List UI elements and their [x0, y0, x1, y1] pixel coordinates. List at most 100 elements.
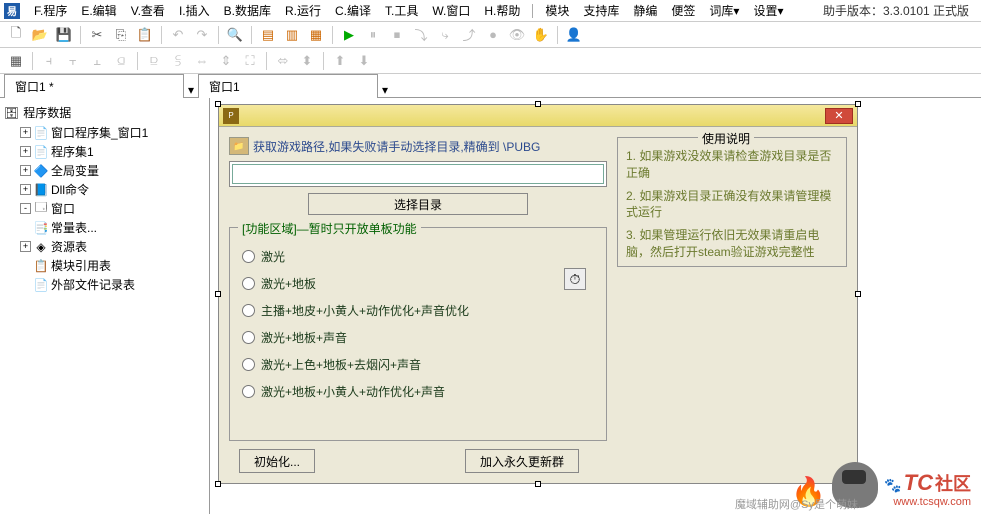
- feature-radio[interactable]: 激光+上色+地板+去烟闪+声音: [242, 356, 594, 373]
- tab-dropdown[interactable]: ▾: [378, 83, 392, 97]
- radio-input[interactable]: [242, 277, 255, 290]
- tree-root[interactable]: 🗄 程序数据: [4, 102, 205, 123]
- align-center-h-icon[interactable]: ⫟: [63, 51, 83, 71]
- expand-icon[interactable]: +: [20, 241, 31, 252]
- step-out-icon[interactable]: ⤴: [459, 25, 479, 45]
- menu-window[interactable]: W.窗口: [426, 0, 476, 21]
- tree-node[interactable]: +◈资源表: [20, 237, 205, 256]
- menu-vocab[interactable]: 词库▾: [703, 0, 745, 21]
- find-icon[interactable]: 🔍: [225, 25, 245, 45]
- select-dir-button[interactable]: 选择目录: [308, 193, 528, 215]
- layout2-icon[interactable]: ▥: [282, 25, 302, 45]
- expand-icon[interactable]: -: [20, 203, 31, 214]
- tree-node[interactable]: -🗔窗口: [20, 199, 205, 218]
- stop-icon[interactable]: ⏹: [387, 25, 407, 45]
- pause-icon[interactable]: ⏸: [363, 25, 383, 45]
- tab-window1-modified[interactable]: 窗口1 *: [4, 74, 184, 98]
- init-button[interactable]: 初始化...: [239, 449, 315, 473]
- menu-settings[interactable]: 设置▾: [747, 0, 789, 21]
- menu-module[interactable]: 模块: [539, 0, 575, 21]
- align-middle-icon[interactable]: ⫒: [144, 51, 164, 71]
- paste-icon[interactable]: 📋: [135, 25, 155, 45]
- tab-dropdown[interactable]: ▾: [184, 83, 198, 97]
- align-left-icon[interactable]: ⫞: [39, 51, 59, 71]
- path-input-border: [229, 161, 607, 187]
- group-title: [功能区域]—暂时只开放单板功能: [238, 220, 421, 237]
- save-icon[interactable]: 💾: [54, 25, 74, 45]
- radio-input[interactable]: [242, 331, 255, 344]
- toolbar-separator: [332, 26, 333, 44]
- radio-label: 主播+地皮+小黄人+动作优化+声音优化: [261, 302, 469, 319]
- hand-icon[interactable]: ✋: [531, 25, 551, 45]
- radio-input[interactable]: [242, 385, 255, 398]
- redo-icon[interactable]: ↷: [192, 25, 212, 45]
- send-back-icon[interactable]: ⬇: [354, 51, 374, 71]
- copy-icon[interactable]: ⎘: [111, 25, 131, 45]
- tab-window1[interactable]: 窗口1: [198, 74, 378, 98]
- same-width-icon[interactable]: ⇔: [192, 51, 212, 71]
- same-height-icon[interactable]: ⇕: [216, 51, 236, 71]
- run-icon[interactable]: ▶: [339, 25, 359, 45]
- menu-static[interactable]: 静编: [627, 0, 663, 21]
- tree-node[interactable]: +📘Dll命令: [20, 180, 205, 199]
- tree-node[interactable]: +🔷全局变量: [20, 161, 205, 180]
- design-form-window[interactable]: P ✕ 📁 获取游戏路径,如果失败请手动选择目录,精确到 \PUBG 选择目录 …: [218, 104, 858, 484]
- cut-icon[interactable]: ✂: [87, 25, 107, 45]
- undo-icon[interactable]: ↶: [168, 25, 188, 45]
- feature-radio[interactable]: 激光+地板: [242, 275, 594, 292]
- menu-database[interactable]: B.数据库: [218, 0, 277, 21]
- tree-node[interactable]: +📄程序集1: [20, 142, 205, 161]
- step-over-icon[interactable]: ⤵: [411, 25, 431, 45]
- toolbar-separator: [323, 52, 324, 70]
- tree-node[interactable]: +📄窗口程序集_窗口1: [20, 123, 205, 142]
- watch-icon[interactable]: 👁: [507, 25, 527, 45]
- align-bottom-icon[interactable]: ⫓: [168, 51, 188, 71]
- form-title-bar[interactable]: P ✕: [219, 105, 857, 127]
- toolbar-align: ▦ ⫞ ⫟ ⫠ ⫑ ⫒ ⫓ ⇔ ⇕ ⛶ ⬄ ⬍ ⬆ ⬇: [0, 48, 981, 74]
- hspace-icon[interactable]: ⬄: [273, 51, 293, 71]
- vspace-icon[interactable]: ⬍: [297, 51, 317, 71]
- grid-icon[interactable]: ▦: [6, 51, 26, 71]
- menu-run[interactable]: R.运行: [279, 0, 327, 21]
- new-file-icon[interactable]: 🗋: [6, 25, 26, 45]
- menu-notes[interactable]: 便签: [665, 0, 701, 21]
- breakpoint-icon[interactable]: ●: [483, 25, 503, 45]
- expand-icon[interactable]: +: [20, 184, 31, 195]
- menu-tools[interactable]: T.工具: [379, 0, 424, 21]
- bring-front-icon[interactable]: ⬆: [330, 51, 350, 71]
- radio-input[interactable]: [242, 304, 255, 317]
- radio-input[interactable]: [242, 358, 255, 371]
- feature-radio[interactable]: 主播+地皮+小黄人+动作优化+声音优化: [242, 302, 594, 319]
- tree-node[interactable]: 📑常量表...: [20, 218, 205, 237]
- tree-node[interactable]: 📄外部文件记录表: [20, 275, 205, 294]
- menu-program[interactable]: F.程序: [28, 0, 73, 21]
- expand-icon[interactable]: +: [20, 146, 31, 157]
- feature-radio[interactable]: 激光+地板+声音: [242, 329, 594, 346]
- feature-radio[interactable]: 激光+地板+小黄人+动作优化+声音: [242, 383, 594, 400]
- expand-icon[interactable]: +: [20, 127, 31, 138]
- menu-help[interactable]: H.帮助: [478, 0, 526, 21]
- menu-compile[interactable]: C.编译: [329, 0, 377, 21]
- step-into-icon[interactable]: ⤷: [435, 25, 455, 45]
- assistant-icon[interactable]: 👤: [564, 25, 584, 45]
- tree-node[interactable]: 📋模块引用表: [20, 256, 205, 275]
- game-path-input[interactable]: [232, 164, 604, 184]
- toolbar-separator: [251, 26, 252, 44]
- feature-radio[interactable]: 激光: [242, 248, 594, 265]
- menu-edit[interactable]: E.编辑: [75, 0, 122, 21]
- menu-insert[interactable]: I.插入: [173, 0, 216, 21]
- expand-icon[interactable]: +: [20, 165, 31, 176]
- join-group-button[interactable]: 加入永久更新群: [465, 449, 579, 473]
- layout3-icon[interactable]: ▦: [306, 25, 326, 45]
- align-right-icon[interactable]: ⫠: [87, 51, 107, 71]
- menu-view[interactable]: V.查看: [125, 0, 171, 21]
- menu-support-lib[interactable]: 支持库: [577, 0, 625, 21]
- open-file-icon[interactable]: 📂: [30, 25, 50, 45]
- same-size-icon[interactable]: ⛶: [240, 51, 260, 71]
- layout1-icon[interactable]: ▤: [258, 25, 278, 45]
- align-top-icon[interactable]: ⫑: [111, 51, 131, 71]
- close-icon[interactable]: ✕: [825, 108, 853, 124]
- toolbar-separator: [266, 52, 267, 70]
- radio-input[interactable]: [242, 250, 255, 263]
- form-designer[interactable]: P ✕ 📁 获取游戏路径,如果失败请手动选择目录,精确到 \PUBG 选择目录 …: [210, 98, 981, 514]
